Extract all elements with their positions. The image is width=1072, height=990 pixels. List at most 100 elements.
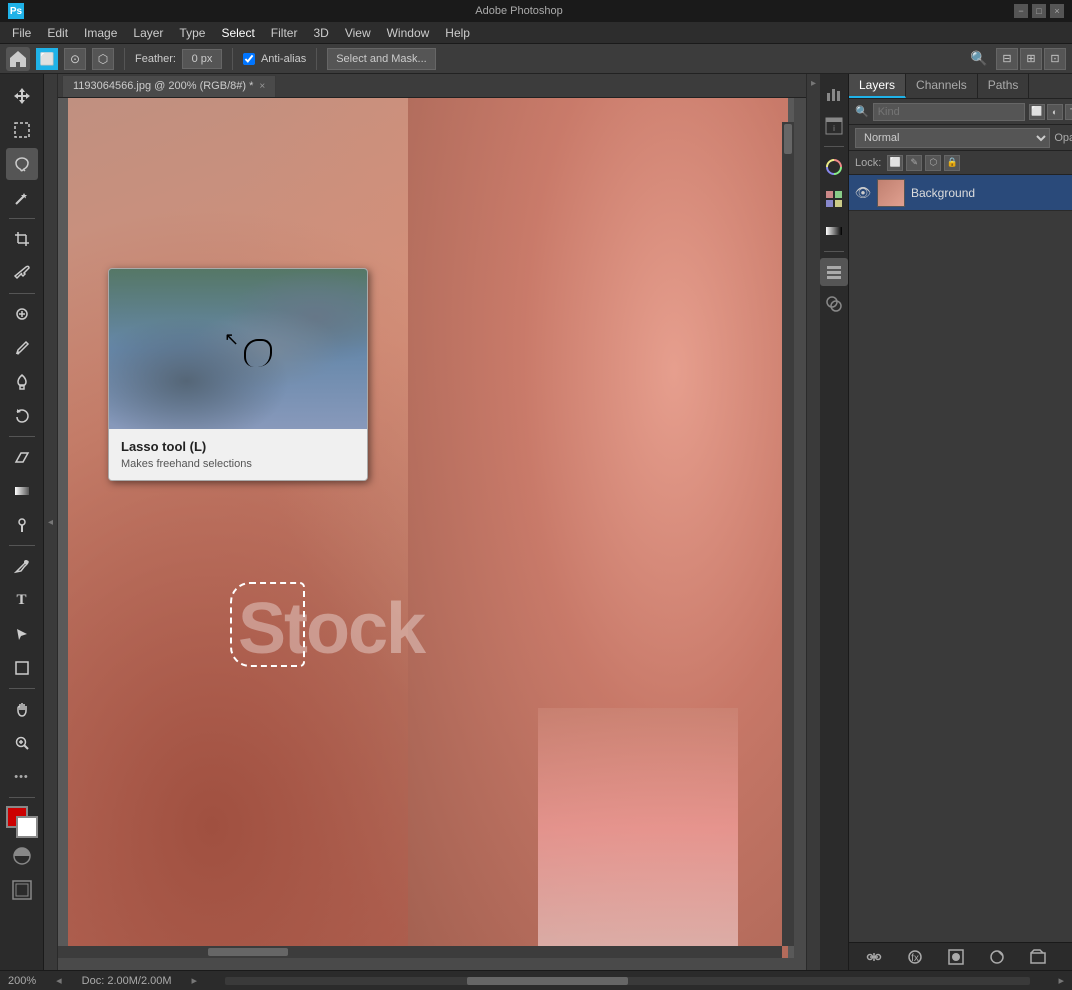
type-tool[interactable]: T <box>6 584 38 616</box>
canvas-right-collapse[interactable]: ▸ <box>806 74 820 970</box>
menu-edit[interactable]: Edit <box>39 24 76 42</box>
menu-type[interactable]: Type <box>171 24 213 42</box>
tooltip-text-area: Lasso tool (L) Makes freehand selections <box>109 429 367 480</box>
histogram-icon[interactable] <box>820 80 848 108</box>
left-toolbar: T ••• <box>0 74 44 970</box>
filter-pixel-btn[interactable]: ⬜ <box>1029 104 1045 120</box>
document-tab[interactable]: 1193064566.jpg @ 200% (RGB/8#) * × <box>62 75 276 97</box>
menu-layer[interactable]: Layer <box>125 24 171 42</box>
blend-mode-select[interactable]: Normal Multiply Screen Overlay <box>855 128 1050 148</box>
quick-mask-btn[interactable] <box>6 840 38 872</box>
crop-tool[interactable] <box>6 223 38 255</box>
zoom-tool[interactable] <box>6 727 38 759</box>
lock-position-btn[interactable]: ✎ <box>906 155 922 171</box>
layers-icon[interactable] <box>820 258 848 286</box>
color-wheel-icon[interactable] <box>820 153 848 181</box>
link-layers-btn[interactable] <box>863 946 885 968</box>
tab-close-button[interactable]: × <box>259 81 265 92</box>
close-button[interactable]: × <box>1050 4 1064 18</box>
view-btn-2[interactable]: ⊞ <box>1020 48 1042 70</box>
brush-tool[interactable] <box>6 332 38 364</box>
layers-search-bar: 🔍 ⬜ ◐ T ◇ ◈ ○ <box>849 99 1072 125</box>
menu-window[interactable]: Window <box>379 24 438 42</box>
history-tool[interactable] <box>6 400 38 432</box>
pen-tool[interactable] <box>6 550 38 582</box>
lock-pixels-btn[interactable]: ⬜ <box>887 155 903 171</box>
channels-icon[interactable] <box>820 290 848 318</box>
eyedropper-tool[interactable] <box>6 257 38 289</box>
status-arrow-right[interactable]: ▸ <box>192 974 198 987</box>
menu-select[interactable]: Select <box>213 24 262 42</box>
tab-channels[interactable]: Channels <box>906 74 978 98</box>
new-layer-btn[interactable] <box>1068 946 1072 968</box>
menu-help[interactable]: Help <box>437 24 478 42</box>
more-tools-button[interactable]: ••• <box>6 761 38 793</box>
menu-file[interactable]: File <box>4 24 39 42</box>
color-swatches[interactable] <box>6 806 38 838</box>
gradient-tool[interactable] <box>6 475 38 507</box>
dodge-tool[interactable] <box>6 509 38 541</box>
lock-artboards-btn[interactable]: ⬡ <box>925 155 941 171</box>
horizontal-scrollbar[interactable] <box>58 946 782 958</box>
background-color[interactable] <box>16 816 38 838</box>
move-tool[interactable] <box>6 80 38 112</box>
feather-input[interactable] <box>182 49 222 69</box>
menu-image[interactable]: Image <box>76 24 125 42</box>
zoom-level: 200% <box>8 975 36 987</box>
search-button[interactable]: 🔍 <box>968 48 990 70</box>
filter-type-btn[interactable]: T <box>1065 104 1072 120</box>
minimize-button[interactable]: − <box>1014 4 1028 18</box>
select-mask-button[interactable]: Select and Mask... <box>327 48 436 70</box>
gradient-panel-icon[interactable] <box>820 217 848 245</box>
tab-layers[interactable]: Layers <box>849 74 906 98</box>
vertical-scrollbar[interactable] <box>782 122 794 946</box>
path-select-tool[interactable] <box>6 618 38 650</box>
clone-tool[interactable] <box>6 366 38 398</box>
new-group-btn[interactable] <box>1027 946 1049 968</box>
layer-visibility-toggle[interactable]: 👁 <box>855 185 871 201</box>
tab-paths[interactable]: Paths <box>978 74 1030 98</box>
shape-rect-btn[interactable]: ⬜ <box>36 48 58 70</box>
layers-tabs: Layers Channels Paths ☰ <box>849 74 1072 99</box>
swatches-icon[interactable] <box>820 185 848 213</box>
options-separator-1 <box>124 48 125 70</box>
menu-3d[interactable]: 3D <box>305 24 336 42</box>
tool-separator-1 <box>9 218 35 219</box>
add-mask-btn[interactable] <box>945 946 967 968</box>
filter-adjustment-btn[interactable]: ◐ <box>1047 104 1063 120</box>
status-arrow-left[interactable]: ◂ <box>56 974 62 987</box>
new-adjustment-btn[interactable] <box>986 946 1008 968</box>
layers-search-input[interactable] <box>873 103 1025 121</box>
right-collapse-arrow[interactable]: ▸ <box>811 78 816 89</box>
tool-preset-picker[interactable] <box>6 47 30 71</box>
info-icon[interactable]: i <box>820 112 848 140</box>
left-collapse-arrow[interactable]: ◂ <box>48 517 53 528</box>
layer-item-background[interactable]: 👁 Background 🔒 <box>849 175 1072 211</box>
shape-circle-btn[interactable]: ⊙ <box>64 48 86 70</box>
eraser-tool[interactable] <box>6 441 38 473</box>
panel-bottom-toolbar: fx <box>849 942 1072 970</box>
restore-button[interactable]: □ <box>1032 4 1046 18</box>
menu-view[interactable]: View <box>337 24 379 42</box>
view-btn-3[interactable]: ⊡ <box>1044 48 1066 70</box>
add-effect-btn[interactable]: fx <box>904 946 926 968</box>
vertical-scroll-thumb[interactable] <box>784 124 792 154</box>
lasso-tool[interactable] <box>6 148 38 180</box>
canvas-left-collapse[interactable]: ◂ <box>44 74 58 970</box>
layers-panel: Layers Channels Paths ☰ 🔍 ⬜ ◐ T ◇ ◈ ○ <box>849 74 1072 970</box>
shape-freehand-btn[interactable]: ⬡ <box>92 48 114 70</box>
horizontal-scroll-thumb[interactable] <box>208 948 288 956</box>
menu-filter[interactable]: Filter <box>263 24 306 42</box>
healing-tool[interactable] <box>6 298 38 330</box>
select-rect-tool[interactable] <box>6 114 38 146</box>
antialias-checkbox[interactable] <box>243 53 255 65</box>
lock-all-btn[interactable]: 🔒 <box>944 155 960 171</box>
hand-tool[interactable] <box>6 693 38 725</box>
shape-tool[interactable] <box>6 652 38 684</box>
canvas-content[interactable]: Stock ↖ Lasso tool (L) Makes freehand se… <box>58 98 794 958</box>
screen-mode-btn[interactable] <box>6 874 38 906</box>
status-arrow-forward[interactable]: ▸ <box>1058 974 1064 987</box>
magic-wand-tool[interactable] <box>6 182 38 214</box>
view-btn-1[interactable]: ⊟ <box>996 48 1018 70</box>
h-scroll-indicator[interactable] <box>225 977 1030 985</box>
